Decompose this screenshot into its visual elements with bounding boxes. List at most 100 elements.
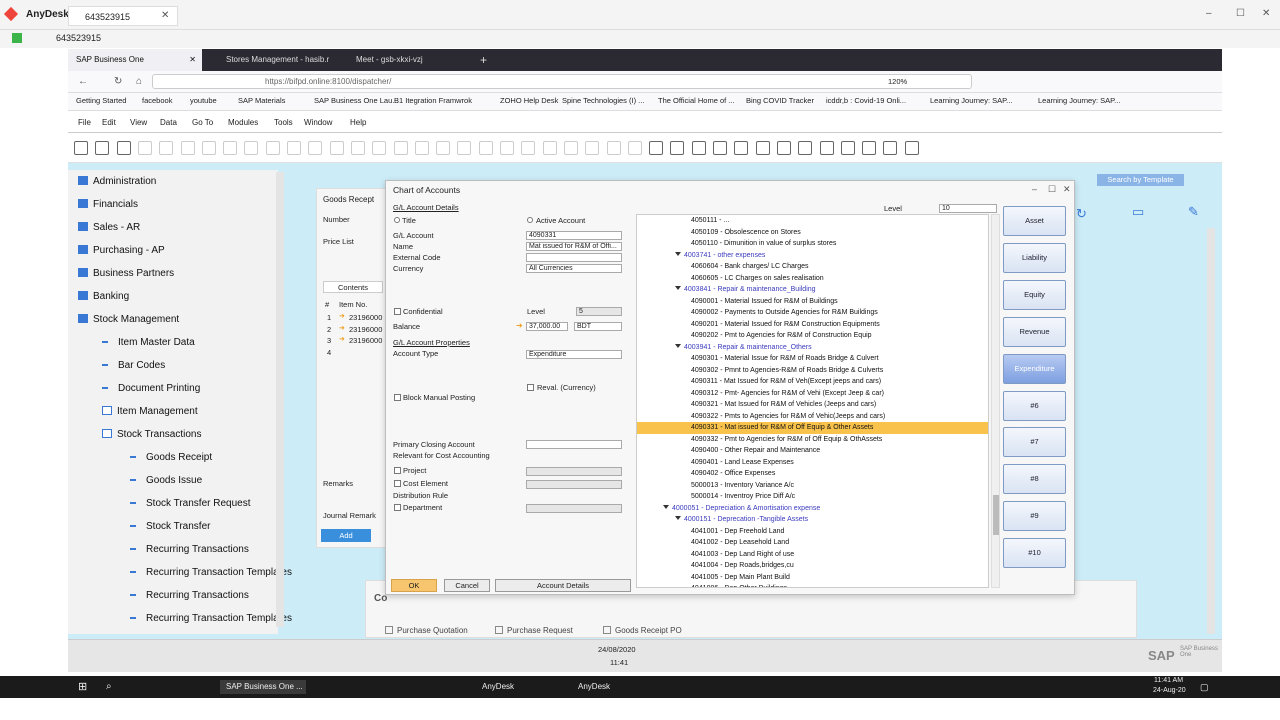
folder-icon[interactable]: ▭ (1132, 205, 1144, 218)
maximize-icon[interactable]: ☐ (1048, 183, 1056, 195)
taskbar-app-anydesk-2[interactable]: AnyDesk (564, 680, 634, 694)
account-row[interactable]: 4090321 - Mat Issued for R&M of Vehicles… (637, 399, 988, 411)
sidebar-scrollbar[interactable] (276, 172, 284, 627)
taskbar-app-anydesk-1[interactable]: AnyDesk (468, 680, 538, 694)
sidebar-item[interactable]: Business Partners (78, 268, 174, 279)
bookmark-item[interactable]: Bing COVID Tracker (746, 96, 814, 105)
toolbar-icon[interactable] (478, 141, 493, 155)
account-row[interactable]: 4090301 - Material Issue for R&M of Road… (637, 353, 988, 365)
toolbar-icon[interactable] (159, 141, 174, 155)
sidebar-item[interactable]: Stock Management (78, 314, 179, 325)
account-row[interactable]: 4090001 - Material Issued for R&M of Bui… (637, 296, 988, 308)
sidebar-item[interactable]: Purchasing - AP (78, 245, 165, 256)
toolbar-icon[interactable] (116, 141, 131, 155)
sidebar-item[interactable]: Sales - AR (78, 222, 140, 233)
windows-start-icon[interactable]: ⊞ (78, 680, 87, 694)
drawer-tab[interactable]: Equity (1003, 279, 1066, 310)
toolbar-icon[interactable] (223, 141, 238, 155)
bookmark-item[interactable]: youtube (190, 96, 217, 105)
tab-sap[interactable]: SAP Business One ✕ (68, 49, 202, 71)
notification-icon[interactable]: ▢ (1200, 680, 1209, 694)
gr-row-item[interactable]: 23196000 (349, 313, 382, 322)
toolbar-icon[interactable] (606, 141, 621, 155)
account-row[interactable]: 4003841 - Repair & maintenance_Building (637, 284, 988, 296)
account-row[interactable]: 4041001 - Dep Freehold Land (637, 526, 988, 538)
menu-go-to[interactable]: Go To (192, 118, 213, 127)
toolbar-icon[interactable] (904, 141, 919, 155)
expand-icon[interactable] (675, 286, 681, 290)
account-row[interactable]: 4090302 - Pmnt to Agencies-R&M of Roads … (637, 365, 988, 377)
account-row[interactable]: 4090402 - Office Expenses (637, 468, 988, 480)
account-row[interactable]: 4041003 - Dep Land Right of use (637, 549, 988, 561)
toolbar-icon[interactable] (393, 141, 408, 155)
menu-edit[interactable]: Edit (102, 118, 116, 127)
taskbar-app-sap[interactable]: SAP Business One ... (220, 680, 306, 694)
cost-element-checkbox[interactable] (394, 480, 401, 487)
toolbar-icon[interactable] (649, 141, 664, 155)
bookmark-item[interactable]: Learning Journey: SAP... (930, 96, 1012, 105)
toolbar-icon[interactable] (819, 141, 834, 155)
account-row[interactable]: 4041006 - Dep Other Buildings (637, 583, 988, 587)
account-row[interactable]: 4090201 - Material Issued for R&M Constr… (637, 319, 988, 331)
reval-checkbox[interactable] (527, 384, 534, 391)
bookmark-item[interactable]: Spine Technologies (I) ... (562, 96, 644, 105)
sidebar-item[interactable]: Goods Receipt (130, 452, 212, 463)
account-type-select[interactable]: Expenditure (526, 350, 622, 359)
bookmark-item[interactable]: ZOHO Help Desk (500, 96, 558, 105)
account-row[interactable]: 4000151 - Deprecation -Tangible Assets (637, 514, 988, 526)
sidebar-item[interactable]: Bar Codes (102, 360, 165, 371)
account-row[interactable]: 4050110 - Dimunition in value of surplus… (637, 238, 988, 250)
menu-window[interactable]: Window (304, 118, 332, 127)
sidebar-item[interactable]: Recurring Transaction Templates (130, 567, 292, 578)
home-icon[interactable]: ⌂ (136, 76, 142, 88)
menu-data[interactable]: Data (160, 118, 177, 127)
toolbar-icon[interactable] (414, 141, 429, 155)
toolbar-icon[interactable] (244, 141, 259, 155)
gr-row-item[interactable]: 23196000 (349, 336, 382, 345)
search-icon[interactable]: ⌕ (106, 680, 112, 694)
ok-button[interactable]: OK (391, 579, 437, 592)
zoom-level[interactable]: 120% (888, 77, 907, 86)
account-row[interactable]: 4090331 - Mat issued for R&M of Off Equi… (637, 422, 988, 434)
cockpit-link[interactable]: Purchase Request (495, 626, 573, 635)
toolbar-icon[interactable] (755, 141, 770, 155)
sidebar-item[interactable]: Administration (78, 176, 156, 187)
account-row[interactable]: 4090311 - Mat Issued for R&M of Veh(Exce… (637, 376, 988, 388)
confidential-checkbox[interactable] (394, 308, 401, 315)
link-arrow-icon[interactable]: ➜ (516, 321, 523, 330)
department-checkbox[interactable] (394, 504, 401, 511)
toolbar-icon[interactable] (691, 141, 706, 155)
balance-currency-select[interactable]: BDT (574, 322, 622, 331)
cockpit-link[interactable]: Purchase Quotation (385, 626, 468, 635)
primary-closing-field[interactable] (526, 440, 622, 449)
anydesk-address[interactable]: 643523915 (56, 33, 101, 43)
account-row[interactable]: 4090322 - Pmts to Agencies for R&M of Ve… (637, 411, 988, 423)
toolbar-icon[interactable] (627, 141, 642, 155)
project-checkbox[interactable] (394, 467, 401, 474)
account-row[interactable]: 4090202 - Pmt to Agencies for R&M of Con… (637, 330, 988, 342)
sidebar-item[interactable]: Stock Transactions (102, 429, 201, 440)
toolbar-icon[interactable] (776, 141, 791, 155)
search-by-template-button[interactable]: Search by Template (1097, 174, 1184, 186)
name-field[interactable]: Mat issued for R&M of Offi... (526, 242, 622, 251)
gl-account-field[interactable]: 4090331 (526, 231, 622, 240)
gr-row-item[interactable]: 23196000 (349, 325, 382, 334)
account-row[interactable]: 5000014 - Inventroy Price Diff A/c (637, 491, 988, 503)
toolbar-icon[interactable] (457, 141, 472, 155)
tab-meet[interactable]: Meet - gsb-xkxi-vzj (348, 49, 468, 71)
bookmark-item[interactable]: icddr,b : Covid-19 Onli... (826, 96, 906, 105)
sidebar-item[interactable]: Item Master Data (102, 337, 195, 348)
account-row[interactable]: 4090312 - Pmt- Agencies for R&M of Vehi … (637, 388, 988, 400)
close-icon[interactable]: ✕ (1063, 183, 1071, 195)
sidebar-item[interactable]: Item Management (102, 406, 198, 417)
account-row[interactable]: 4003741 - other expenses (637, 250, 988, 262)
toolbar-icon[interactable] (308, 141, 323, 155)
bookmark-item[interactable]: SAP Materials (238, 96, 285, 105)
toolbar-icon[interactable] (563, 141, 578, 155)
bookmark-item[interactable]: Learning Journey: SAP... (1038, 96, 1120, 105)
account-row[interactable]: 4050109 - Obsolescence on Stores (637, 227, 988, 239)
refresh-icon[interactable]: ↻ (1076, 207, 1087, 220)
link-arrow-icon[interactable]: ➜ (339, 335, 345, 343)
currency-select[interactable]: All Currencies (526, 264, 622, 273)
block-manual-checkbox[interactable] (394, 394, 401, 401)
